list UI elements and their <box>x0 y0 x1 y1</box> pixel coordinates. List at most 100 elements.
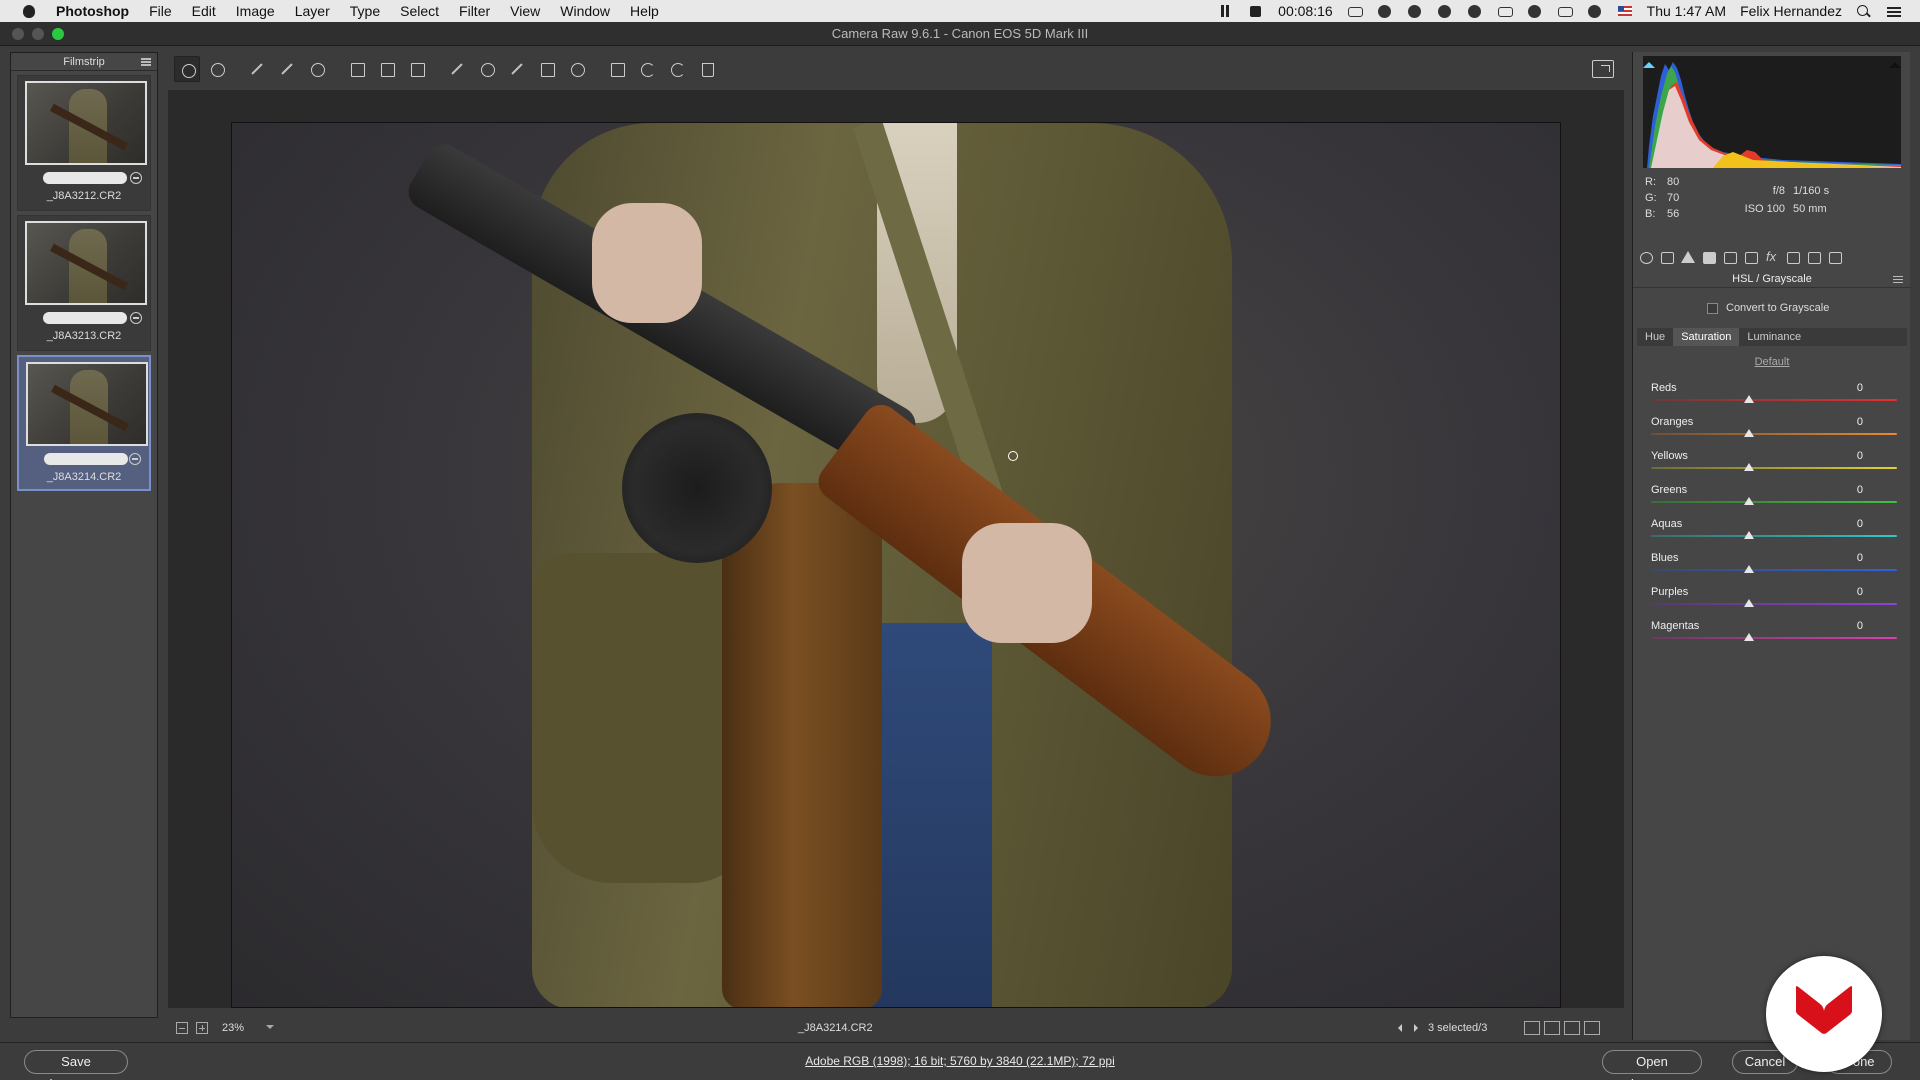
stop-recording-icon[interactable] <box>1248 5 1264 17</box>
slider-aquas[interactable]: Aquas 0 <box>1651 518 1897 552</box>
spotlight-search-icon[interactable] <box>1856 5 1872 17</box>
slider-greens[interactable]: Greens 0 <box>1651 484 1897 518</box>
view-settings-icon[interactable] <box>1584 1021 1600 1035</box>
color-sampler-icon[interactable] <box>274 56 300 82</box>
radial-filter-icon[interactable] <box>564 56 590 82</box>
menu-window[interactable]: Window <box>560 3 610 19</box>
trash-icon[interactable] <box>694 56 720 82</box>
adjustment-brush-icon[interactable] <box>504 56 530 82</box>
menu-edit[interactable]: Edit <box>192 3 216 19</box>
rotate-right-icon[interactable] <box>664 56 690 82</box>
slider-thumb[interactable] <box>1744 429 1754 437</box>
highlight-clipping-icon[interactable] <box>1889 56 1901 68</box>
slider-track[interactable] <box>1651 535 1897 537</box>
zoom-dropdown-icon[interactable] <box>262 1021 278 1035</box>
detail-icon[interactable] <box>1679 249 1697 265</box>
thumbnail-rating-bar[interactable] <box>43 172 127 184</box>
thumbnail-rating-bar[interactable] <box>43 312 127 324</box>
menu-layer[interactable]: Layer <box>295 3 330 19</box>
slider-track[interactable] <box>1651 501 1897 503</box>
default-link[interactable]: Default <box>1633 356 1911 368</box>
next-image-icon[interactable] <box>1410 1022 1422 1034</box>
hand-icon[interactable] <box>204 56 230 82</box>
thumbnail-rating-bar[interactable] <box>44 453 128 465</box>
tone-curve-icon[interactable] <box>1658 249 1676 265</box>
basic-panel-icon[interactable] <box>1637 249 1655 265</box>
shadow-clipping-icon[interactable] <box>1643 56 1655 68</box>
zoom-in-button[interactable] <box>196 1022 208 1034</box>
camera-calibration-icon[interactable] <box>1784 249 1802 265</box>
slider-thumb[interactable] <box>1744 463 1754 471</box>
convert-to-grayscale-option[interactable]: Convert to Grayscale <box>1707 302 1829 314</box>
menu-filter[interactable]: Filter <box>459 3 490 19</box>
tab-luminance[interactable]: Luminance <box>1739 328 1809 346</box>
copy-settings-icon[interactable] <box>1564 1021 1580 1035</box>
slider-value[interactable]: 0 <box>1823 382 1863 394</box>
input-source-flag-icon[interactable] <box>1617 5 1633 17</box>
slider-magentas[interactable]: Magentas 0 <box>1651 620 1897 654</box>
slider-blues[interactable]: Blues 0 <box>1651 552 1897 586</box>
slider-thumb[interactable] <box>1744 531 1754 539</box>
spot-removal-icon[interactable] <box>444 56 470 82</box>
effects-icon[interactable] <box>1763 249 1781 265</box>
slider-track[interactable] <box>1651 467 1897 469</box>
slider-thumb[interactable] <box>1744 497 1754 505</box>
snapshots-icon[interactable] <box>1826 249 1844 265</box>
filmstrip-menu-icon[interactable] <box>141 58 151 66</box>
slider-oranges[interactable]: Oranges 0 <box>1651 416 1897 450</box>
targeted-adjustment-icon[interactable] <box>304 56 330 82</box>
split-toning-icon[interactable] <box>1721 249 1739 265</box>
slider-thumb[interactable] <box>1744 633 1754 641</box>
menu-view[interactable]: View <box>510 3 540 19</box>
open-images-button[interactable]: Open Images <box>1602 1050 1702 1080</box>
menu-image[interactable]: Image <box>236 3 275 19</box>
menu-select[interactable]: Select <box>400 3 439 19</box>
panel-menu-icon[interactable] <box>1893 276 1903 283</box>
zoom-window-button[interactable] <box>52 28 64 40</box>
bluetooth-icon[interactable] <box>1587 5 1603 18</box>
menu-file[interactable]: File <box>149 3 172 19</box>
swap-before-after-icon[interactable] <box>1544 1021 1560 1035</box>
photo-preview[interactable] <box>231 122 1561 1008</box>
zoom-icon[interactable] <box>174 56 200 82</box>
menu-user-name[interactable]: Felix Hernandez <box>1740 3 1842 19</box>
red-eye-icon[interactable] <box>474 56 500 82</box>
slider-thumb[interactable] <box>1744 395 1754 403</box>
straighten-icon[interactable] <box>374 56 400 82</box>
slider-value[interactable]: 0 <box>1823 450 1863 462</box>
menu-clock[interactable]: Thu 1:47 AM <box>1647 3 1726 19</box>
notification-center-icon[interactable] <box>1886 5 1902 17</box>
vpn-icon[interactable] <box>1467 5 1483 18</box>
menu-app-name[interactable]: Photoshop <box>56 3 129 19</box>
zoom-out-button[interactable] <box>176 1022 188 1034</box>
slider-purples[interactable]: Purples 0 <box>1651 586 1897 620</box>
slider-value[interactable]: 0 <box>1823 484 1863 496</box>
zoom-level[interactable]: 23% <box>222 1022 262 1034</box>
filmstrip-thumbnail[interactable]: _J8A3212.CR2 <box>17 75 151 211</box>
wifi-icon[interactable] <box>1497 5 1513 17</box>
slider-track[interactable] <box>1651 399 1897 401</box>
slider-yellows[interactable]: Yellows 0 <box>1651 450 1897 484</box>
rotate-left-icon[interactable] <box>634 56 660 82</box>
slider-value[interactable]: 0 <box>1823 416 1863 428</box>
menu-type[interactable]: Type <box>350 3 380 19</box>
grayscale-checkbox[interactable] <box>1707 302 1718 314</box>
dropbox-icon[interactable] <box>1347 5 1363 17</box>
slider-value[interactable]: 0 <box>1823 552 1863 564</box>
graduated-filter-icon[interactable] <box>534 56 560 82</box>
tab-hue[interactable]: Hue <box>1637 328 1673 346</box>
filmstrip-thumbnail[interactable]: _J8A3213.CR2 <box>17 215 151 351</box>
hsl-grayscale-icon[interactable] <box>1700 249 1718 265</box>
slider-track[interactable] <box>1651 637 1897 639</box>
minimize-window-button[interactable] <box>32 28 44 40</box>
presets-icon[interactable] <box>1805 249 1823 265</box>
volume-icon[interactable] <box>1557 5 1573 17</box>
menu-help[interactable]: Help <box>630 3 659 19</box>
slider-value[interactable]: 0 <box>1823 586 1863 598</box>
slider-value[interactable]: 0 <box>1823 620 1863 632</box>
image-canvas[interactable] <box>168 90 1624 1008</box>
lens-corrections-icon[interactable] <box>1742 249 1760 265</box>
pause-recording-icon[interactable] <box>1218 5 1234 17</box>
transform-icon[interactable] <box>404 56 430 82</box>
creative-cloud-icon[interactable] <box>1377 5 1393 18</box>
